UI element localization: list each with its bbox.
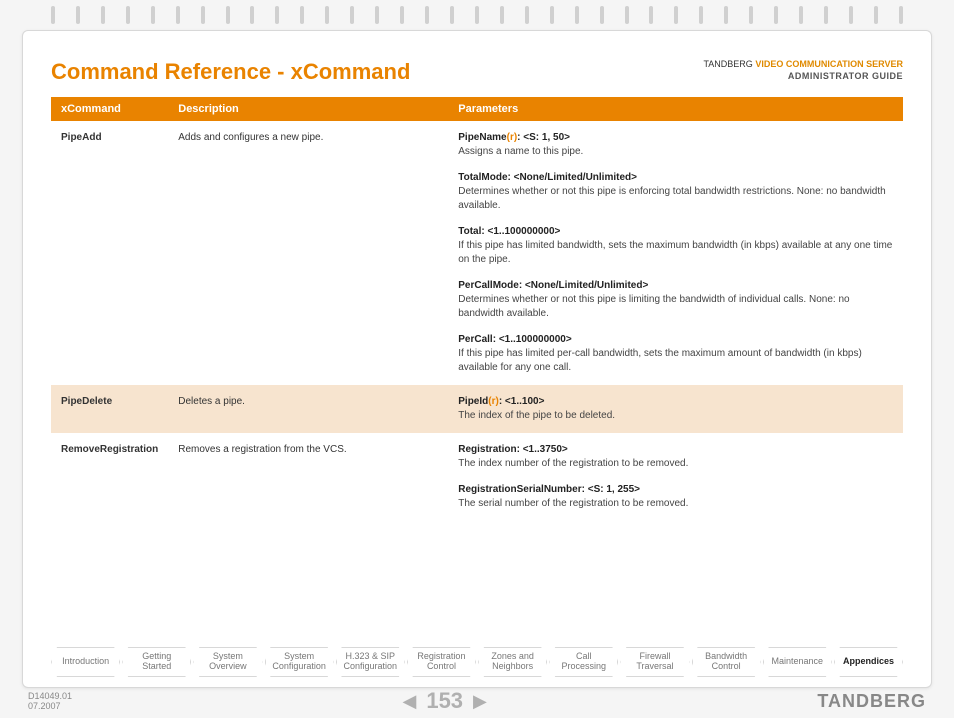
- command-table: xCommand Description Parameters PipeAddA…: [51, 97, 903, 521]
- param-range: <None/Limited/Unlimited>: [511, 172, 637, 183]
- table-row: PipeDeleteDeletes a pipe. PipeId(r): <1..…: [51, 385, 903, 433]
- param-range: <None/Limited/Unlimited>: [522, 280, 648, 291]
- param-label: PipeId: [458, 396, 488, 407]
- col-xcommand: xCommand: [51, 97, 168, 121]
- nav-tab[interactable]: Zones and Neighbors: [478, 647, 547, 677]
- table-row: RemoveRegistrationRemoves a registration…: [51, 433, 903, 521]
- param-desc: The index number of the registration to …: [458, 457, 893, 471]
- command-parameters: Registration: <1..3750> The index number …: [448, 433, 903, 521]
- command-description: Removes a registration from the VCS.: [168, 433, 448, 521]
- next-page-icon[interactable]: ▶: [473, 691, 487, 712]
- command-parameters: PipeId(r): <1..100> The index of the pipe…: [448, 385, 903, 433]
- page-title: Command Reference - xCommand: [51, 59, 410, 85]
- command-name: RemoveRegistration: [51, 433, 168, 521]
- nav-tab[interactable]: Getting Started: [122, 647, 191, 677]
- command-description: Deletes a pipe.: [168, 385, 448, 433]
- doc-meta: D14049.01 07.2007: [28, 691, 72, 711]
- doc-type: ADMINISTRATOR GUIDE: [703, 71, 903, 83]
- page-footer: D14049.01 07.2007 ◀ 153 ▶ TANDBERG: [28, 688, 926, 714]
- param-block: PipeName(r): <S: 1, 50> Assigns a name to…: [458, 131, 893, 159]
- required-marker: (r): [507, 132, 518, 143]
- command-name: PipeDelete: [51, 385, 168, 433]
- nav-tab[interactable]: Appendices: [834, 647, 903, 677]
- page-controls: ◀ 153 ▶: [402, 688, 486, 714]
- brand-name: TANDBERG: [703, 59, 752, 69]
- param-desc: Assigns a name to this pipe.: [458, 145, 893, 159]
- col-parameters: Parameters: [448, 97, 903, 121]
- param-block: PerCall: <1..100000000> If this pipe has …: [458, 333, 893, 375]
- param-range: <1..3750>: [520, 444, 568, 455]
- nav-tab[interactable]: Bandwidth Control: [692, 647, 761, 677]
- param-range: <1..100000000>: [496, 334, 572, 345]
- param-desc: If this pipe has limited per-call bandwi…: [458, 347, 893, 375]
- nav-tab[interactable]: System Configuration: [265, 647, 334, 677]
- doc-date: 07.2007: [28, 701, 72, 711]
- param-label: RegistrationSerialNumber:: [458, 484, 585, 495]
- product-name: VIDEO COMMUNICATION SERVER: [755, 59, 903, 69]
- command-description: Adds and configures a new pipe.: [168, 121, 448, 385]
- required-marker: (r): [488, 396, 499, 407]
- param-block: PerCallMode: <None/Limited/Unlimited> Det…: [458, 279, 893, 321]
- page-header: Command Reference - xCommand TANDBERG VI…: [51, 59, 903, 85]
- nav-tab[interactable]: Registration Control: [407, 647, 476, 677]
- param-desc: Determines whether or not this pipe is e…: [458, 185, 893, 213]
- spiral-binding: [0, 6, 954, 24]
- command-parameters: PipeName(r): <S: 1, 50> Assigns a name to…: [448, 121, 903, 385]
- command-name: PipeAdd: [51, 121, 168, 385]
- param-desc: The index of the pipe to be deleted.: [458, 409, 893, 423]
- param-range: <S: 1, 255>: [585, 484, 640, 495]
- param-label: PerCallMode:: [458, 280, 522, 291]
- brand-logo: TANDBERG: [817, 691, 926, 712]
- param-range: <1..100000000>: [485, 226, 561, 237]
- nav-tab[interactable]: System Overview: [193, 647, 262, 677]
- table-row: PipeAddAdds and configures a new pipe. Pi…: [51, 121, 903, 385]
- param-range: : <S: 1, 50>: [517, 132, 570, 143]
- param-desc: Determines whether or not this pipe is l…: [458, 293, 893, 321]
- param-label: TotalMode:: [458, 172, 511, 183]
- param-block: RegistrationSerialNumber: <S: 1, 255> The…: [458, 483, 893, 511]
- page-container: Command Reference - xCommand TANDBERG VI…: [22, 30, 932, 688]
- nav-tab[interactable]: Maintenance: [763, 647, 832, 677]
- col-description: Description: [168, 97, 448, 121]
- nav-tab[interactable]: Firewall Traversal: [620, 647, 689, 677]
- param-range: : <1..100>: [499, 396, 545, 407]
- param-block: TotalMode: <None/Limited/Unlimited> Deter…: [458, 171, 893, 213]
- doc-id: D14049.01: [28, 691, 72, 701]
- param-label: Total:: [458, 226, 484, 237]
- nav-tab[interactable]: Call Processing: [549, 647, 618, 677]
- param-label: PipeName: [458, 132, 506, 143]
- nav-tab[interactable]: Introduction: [51, 647, 120, 677]
- param-desc: The serial number of the registration to…: [458, 497, 893, 511]
- param-label: PerCall:: [458, 334, 496, 345]
- param-block: Registration: <1..3750> The index number …: [458, 443, 893, 471]
- param-desc: If this pipe has limited bandwidth, sets…: [458, 239, 893, 267]
- param-block: PipeId(r): <1..100> The index of the pipe…: [458, 395, 893, 423]
- header-product-info: TANDBERG VIDEO COMMUNICATION SERVER ADMI…: [703, 59, 903, 82]
- nav-tab[interactable]: H.323 & SIP Configuration: [336, 647, 405, 677]
- bottom-nav: IntroductionGetting StartedSystem Overvi…: [51, 647, 903, 677]
- page-number: 153: [426, 688, 463, 714]
- param-label: Registration:: [458, 444, 520, 455]
- prev-page-icon[interactable]: ◀: [402, 691, 416, 712]
- param-block: Total: <1..100000000> If this pipe has li…: [458, 225, 893, 267]
